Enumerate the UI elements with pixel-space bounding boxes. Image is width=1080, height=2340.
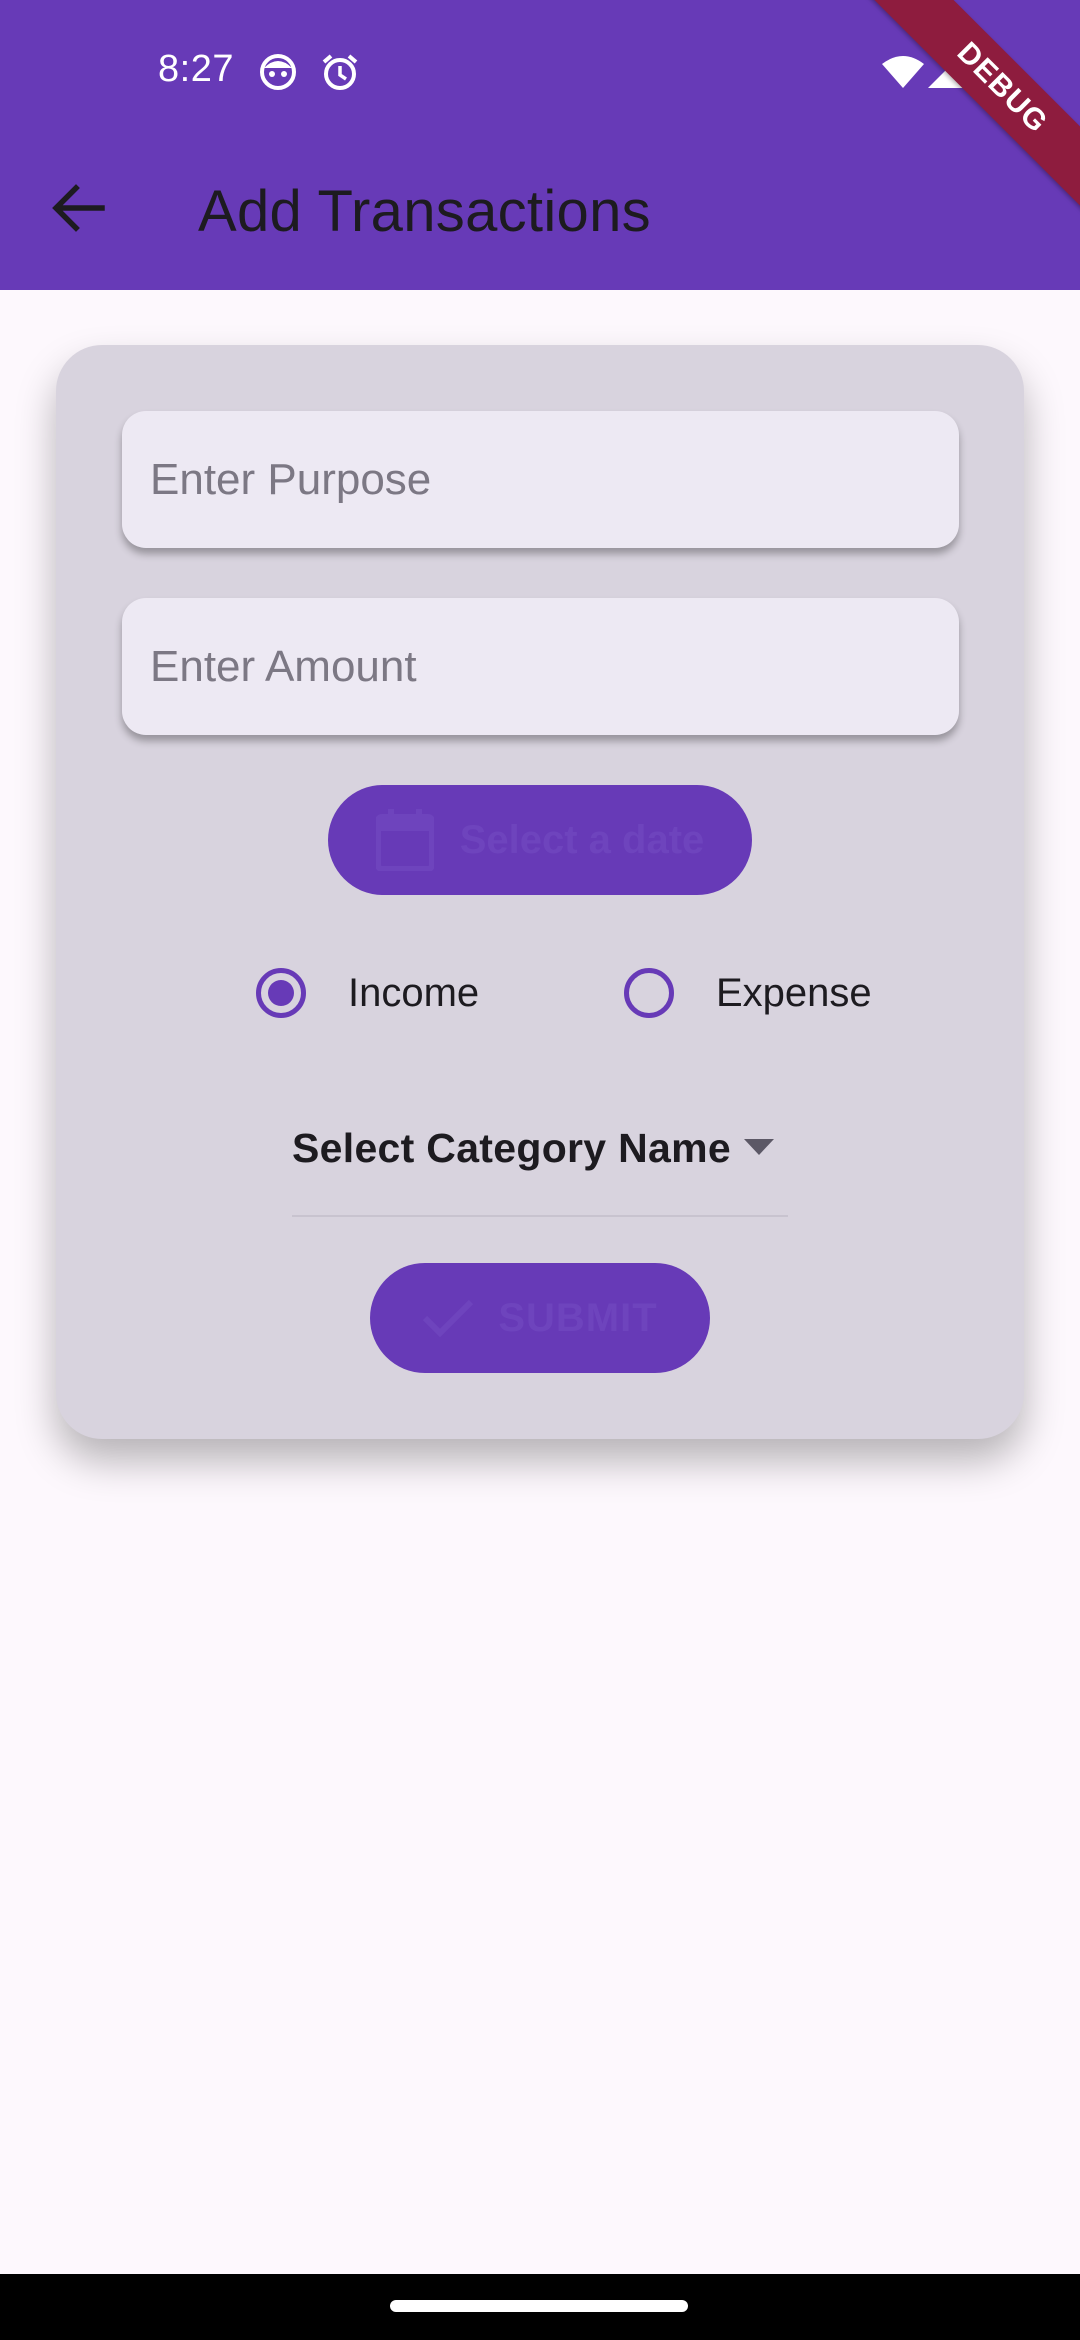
page-title: Add Transactions — [198, 179, 651, 244]
arrow-back-icon — [52, 184, 105, 232]
alarm-icon — [320, 52, 360, 92]
radio-expense-circle[interactable] — [624, 968, 674, 1018]
debug-banner: DEBUG — [861, 0, 1080, 229]
home-indicator[interactable] — [390, 2300, 688, 2312]
transaction-form-card: Select a date Income Expense Select Cate… — [56, 345, 1024, 1439]
radio-income[interactable]: Income — [256, 963, 479, 1023]
radio-income-circle[interactable] — [256, 968, 306, 1018]
status-time: 8:27 — [158, 48, 234, 90]
submit-label: SUBMIT — [498, 1295, 658, 1340]
wifi-icon — [882, 54, 924, 88]
category-dropdown-value: Select Category Name — [292, 1125, 731, 1171]
screen: 8:27 Add Transactions DEBUG Enter Purpos… — [0, 0, 1080, 2340]
radio-expense-label: Expense — [716, 970, 872, 1015]
category-dropdown[interactable]: Select Category Name — [292, 1125, 788, 1217]
back-button[interactable] — [40, 170, 116, 246]
check-icon — [423, 1299, 474, 1338]
face-icon — [258, 52, 298, 92]
calendar-icon — [375, 809, 434, 871]
app-bar: 8:27 Add Transactions DEBUG — [0, 0, 1080, 290]
select-date-button[interactable]: Select a date — [328, 785, 752, 895]
radio-expense[interactable]: Expense — [624, 963, 872, 1023]
arrow-drop-down-icon — [744, 1139, 774, 1162]
radio-income-label: Income — [348, 970, 480, 1015]
radio-selected-dot — [268, 980, 294, 1006]
select-date-label: Select a date — [459, 817, 705, 862]
system-nav-bar — [0, 2274, 1080, 2340]
purpose-input[interactable] — [122, 411, 959, 548]
submit-button[interactable]: SUBMIT — [370, 1263, 710, 1373]
amount-input[interactable] — [122, 598, 959, 735]
